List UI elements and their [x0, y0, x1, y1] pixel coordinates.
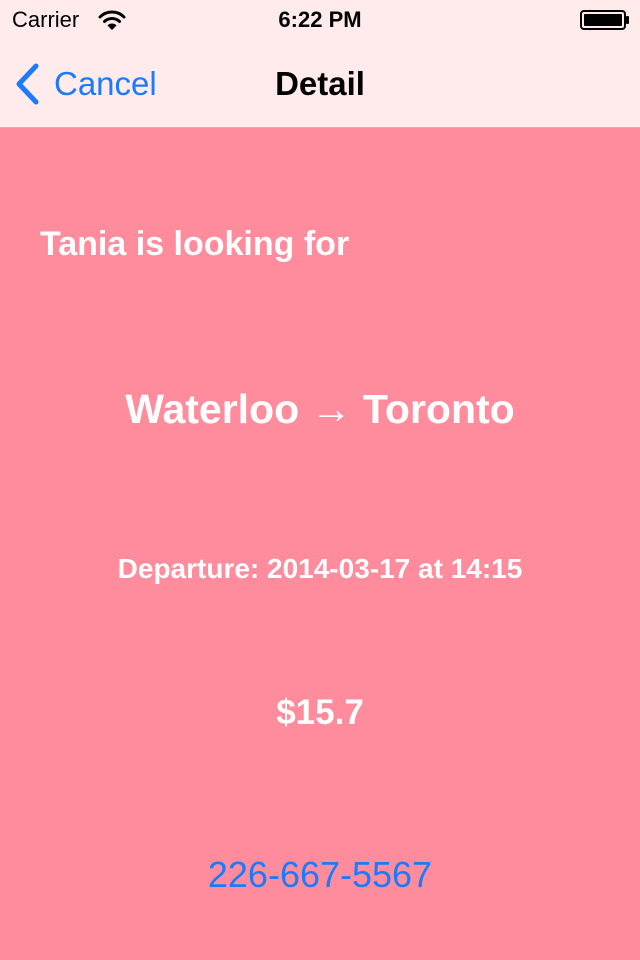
route-label: Waterloo → Toronto	[125, 386, 515, 432]
price-label: $15.7	[276, 693, 364, 732]
departure-label: Departure: 2014-03-17 at 14:15	[117, 553, 523, 584]
status-bar: Carrier 6:22 PM	[0, 0, 640, 40]
phone-link[interactable]: 226-667-5567	[0, 854, 640, 896]
battery-icon	[580, 10, 629, 30]
detail-content: Tania is looking for Waterloo → Toronto …	[0, 128, 640, 960]
status-time: 6:22 PM	[278, 7, 362, 32]
requester-heading: Tania is looking for	[40, 225, 350, 263]
page-title: Detail	[275, 65, 365, 102]
navigation-bar: Cancel Detail	[0, 40, 640, 128]
